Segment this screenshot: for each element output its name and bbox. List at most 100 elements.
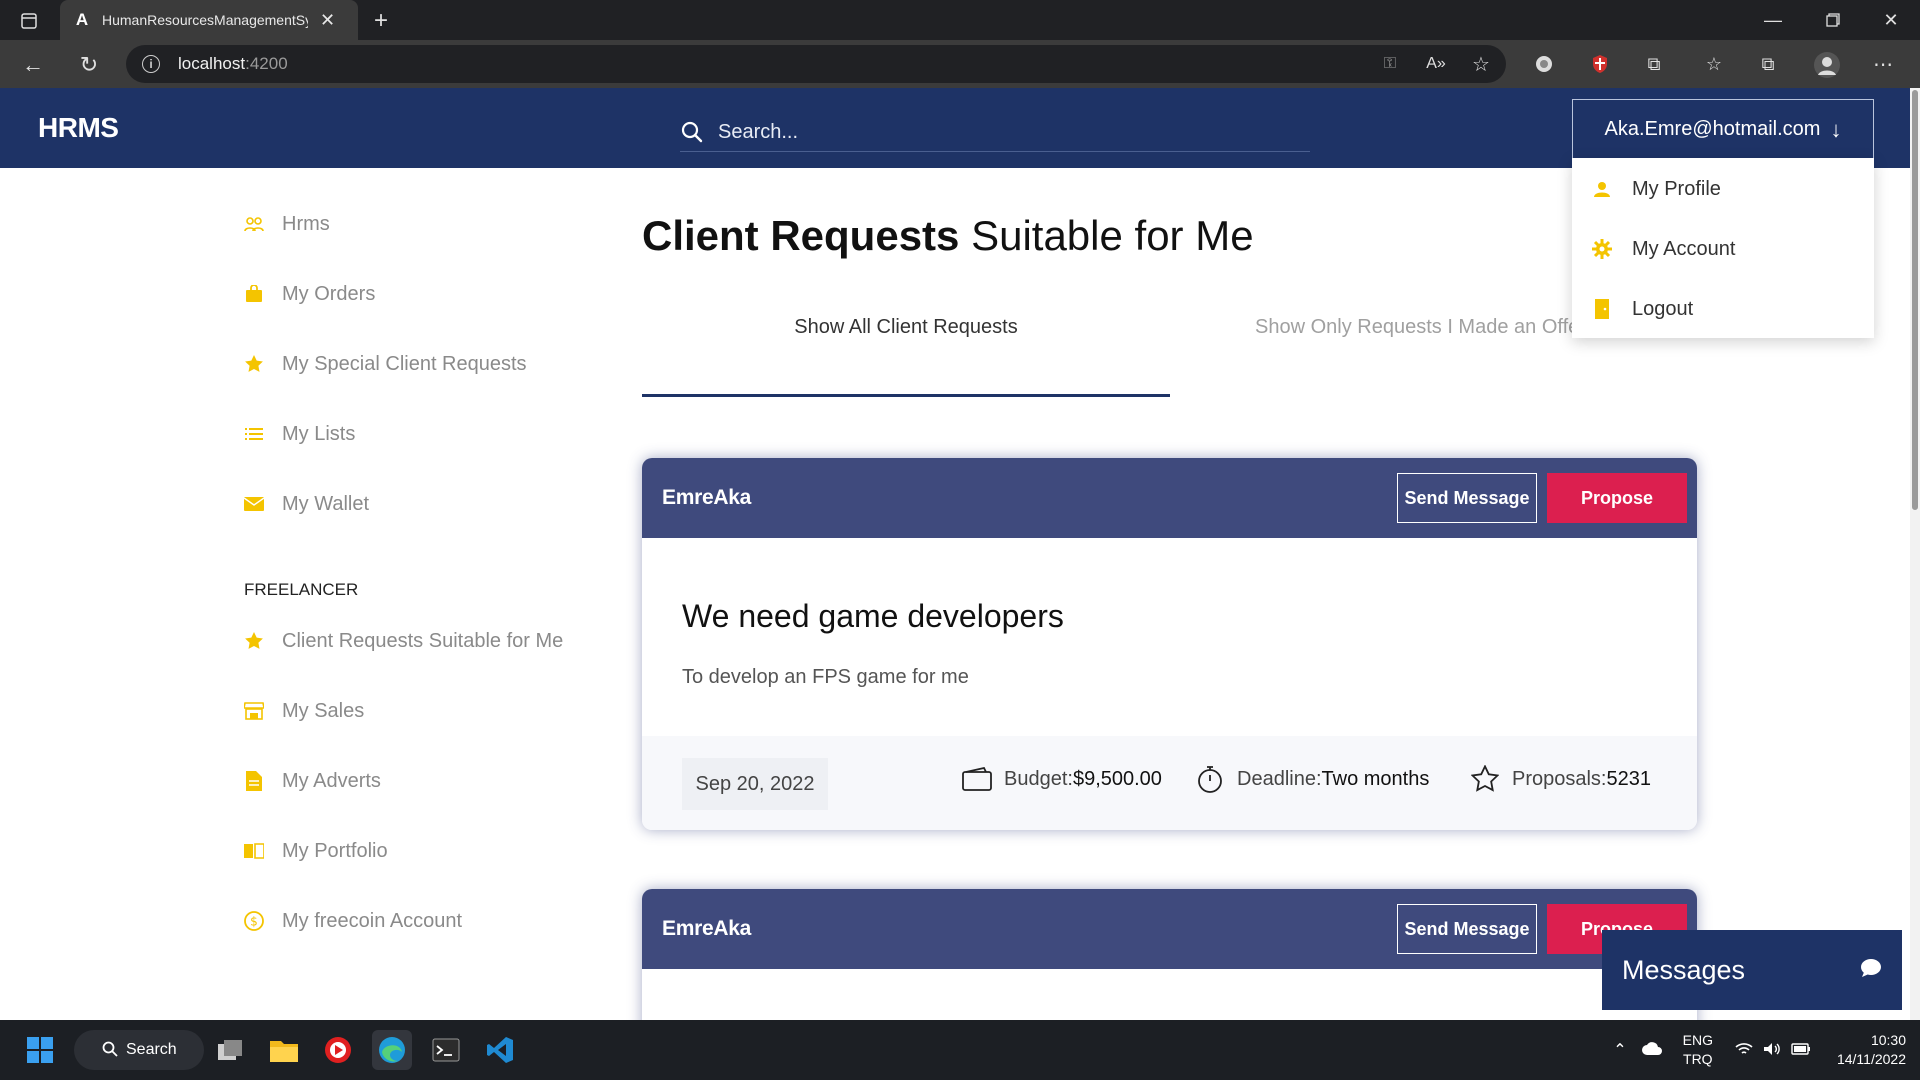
clock[interactable]: 10:30 14/11/2022 xyxy=(1837,1031,1906,1069)
sidebar-item-my-adverts[interactable]: My Adverts xyxy=(244,766,381,796)
key-icon[interactable]: ⚿ xyxy=(1378,52,1402,76)
users-icon xyxy=(244,214,264,234)
proposals-value: 5231 xyxy=(1606,767,1652,790)
app-header: HRMS Search... Aka.Emre@hotmail.com ↓ xyxy=(0,88,1910,168)
clock-date: 14/11/2022 xyxy=(1836,1051,1906,1067)
favorite-add-icon[interactable]: ☆ xyxy=(1468,52,1494,76)
menu-item-label: Logout xyxy=(1632,297,1694,320)
minimize-icon[interactable]: — xyxy=(1758,8,1788,32)
chevron-up-icon[interactable]: ⌃ xyxy=(1613,1040,1626,1060)
menu-item-label: My Account xyxy=(1632,237,1736,260)
back-icon[interactable]: ← xyxy=(20,52,46,78)
volume-icon[interactable] xyxy=(1763,1042,1781,1059)
extension-icon[interactable] xyxy=(1532,52,1556,76)
card-body: We need game developers To develop an FP… xyxy=(642,538,1697,736)
svg-text:$: $ xyxy=(250,915,258,929)
battery-icon[interactable] xyxy=(1791,1042,1811,1059)
shield-extension-icon[interactable] xyxy=(1588,52,1612,76)
card-header: EmreAka Send Message Propose xyxy=(642,889,1697,969)
menu-item-my-account[interactable]: My Account xyxy=(1592,234,1735,264)
vscode-icon[interactable] xyxy=(480,1030,520,1070)
collections-icon[interactable]: ⧉ xyxy=(1756,52,1780,76)
read-aloud-icon[interactable]: A» xyxy=(1422,52,1450,76)
page-scrollbar[interactable] xyxy=(1910,88,1920,1020)
star-icon xyxy=(244,354,264,374)
budget-value: $9,500.00 xyxy=(1072,767,1162,790)
more-menu-icon[interactable]: ⋯ xyxy=(1870,52,1896,76)
sidebar-item-my-portfolio[interactable]: My Portfolio xyxy=(244,836,388,866)
task-view-icon[interactable] xyxy=(210,1030,250,1070)
tab-close-icon[interactable]: ✕ xyxy=(320,10,335,31)
gear-icon xyxy=(1592,239,1612,259)
search-input[interactable]: Search... xyxy=(680,114,1310,152)
cloud-icon[interactable] xyxy=(1641,1041,1663,1059)
sidebar-item-my-sales[interactable]: My Sales xyxy=(244,696,364,726)
media-player-icon[interactable] xyxy=(318,1030,358,1070)
favorites-icon[interactable]: ☆ xyxy=(1702,52,1726,76)
wifi-icon[interactable] xyxy=(1735,1042,1753,1059)
sidebar-item-label: Hrms xyxy=(282,212,330,235)
propose-button[interactable]: Propose xyxy=(1547,473,1687,523)
new-tab-icon[interactable]: + xyxy=(368,7,394,34)
scrollbar-thumb[interactable] xyxy=(1912,90,1918,510)
user-email: Aka.Emre@hotmail.com xyxy=(1604,118,1821,140)
sidebar-item-label: My freecoin Account xyxy=(282,909,463,932)
request-date: Sep 20, 2022 xyxy=(682,758,828,810)
page-title-rest: Suitable for Me xyxy=(959,212,1254,259)
sidebar-item-hrms[interactable]: Hrms xyxy=(244,209,330,239)
menu-item-logout[interactable]: Logout xyxy=(1592,294,1693,324)
stopwatch-icon xyxy=(1195,764,1225,794)
sidebar-item-label: My Special Client Requests xyxy=(282,352,527,375)
person-icon xyxy=(1592,179,1612,199)
address-bar[interactable]: i localhost:4200 xyxy=(126,45,1506,83)
document-icon xyxy=(244,771,264,791)
url-host: localhost xyxy=(178,54,246,73)
sidebar-item-label: My Portfolio xyxy=(282,839,388,862)
puzzle-icon[interactable]: ⧉ xyxy=(1642,52,1666,76)
tab-title: HumanResourcesManagementSy xyxy=(102,12,308,28)
restore-icon[interactable] xyxy=(1818,8,1848,32)
site-info-icon[interactable]: i xyxy=(142,55,160,73)
refresh-icon[interactable]: ↻ xyxy=(76,52,102,78)
messages-widget[interactable]: Messages xyxy=(1602,930,1902,1010)
tab-actions-icon[interactable] xyxy=(18,10,40,32)
brand-logo[interactable]: HRMS xyxy=(38,112,119,144)
sidebar-item-label: My Wallet xyxy=(282,492,370,515)
send-message-button[interactable]: Send Message xyxy=(1397,473,1537,523)
card-username[interactable]: EmreAka xyxy=(662,486,751,510)
chat-bubble-icon xyxy=(1860,958,1882,983)
sidebar-item-my-wallet[interactable]: My Wallet xyxy=(244,489,369,519)
sidebar-item-my-orders[interactable]: My Orders xyxy=(244,279,375,309)
browser-tab[interactable]: A HumanResourcesManagementSy ✕ xyxy=(60,0,358,40)
sidebar-item-my-special-client-requests[interactable]: My Special Client Requests xyxy=(244,349,527,379)
sidebar-item-my-freecoin-account[interactable]: $ My freecoin Account xyxy=(244,906,462,936)
list-icon xyxy=(244,424,264,444)
menu-item-my-profile[interactable]: My Profile xyxy=(1592,174,1721,204)
profile-avatar-icon[interactable] xyxy=(1812,50,1842,80)
search-placeholder: Search... xyxy=(718,121,799,143)
wallet-icon xyxy=(962,764,992,794)
edge-browser-icon[interactable] xyxy=(372,1030,412,1070)
browser-tab-strip: A HumanResourcesManagementSy ✕ + — ✕ xyxy=(0,0,1920,40)
deadline-value: Two months xyxy=(1321,767,1430,790)
sidebar-item-my-lists[interactable]: My Lists xyxy=(244,419,355,449)
proposals-label: Proposals: xyxy=(1512,767,1607,790)
terminal-icon[interactable] xyxy=(426,1030,466,1070)
tab-show-my-offers[interactable]: Show Only Requests I Made an Offer xyxy=(1255,316,1575,339)
tab-show-all-requests[interactable]: Show All Client Requests xyxy=(642,316,1170,339)
taskbar-search[interactable]: Search xyxy=(74,1030,204,1070)
page-title: Client Requests Suitable for Me xyxy=(642,212,1254,260)
store-icon xyxy=(244,701,264,721)
deadline-label: Deadline: xyxy=(1237,767,1322,790)
card-username[interactable]: EmreAka xyxy=(662,917,751,941)
close-window-icon[interactable]: ✕ xyxy=(1876,8,1906,32)
user-dropdown-button[interactable]: Aka.Emre@hotmail.com ↓ xyxy=(1572,99,1874,159)
budget-stat: Budget: $9,500.00 xyxy=(962,764,1162,794)
file-explorer-icon[interactable] xyxy=(264,1030,304,1070)
sidebar-item-client-requests-suitable[interactable]: Client Requests Suitable for Me xyxy=(244,626,563,656)
book-icon xyxy=(244,841,264,861)
windows-start-icon[interactable] xyxy=(20,1030,60,1070)
language-indicator[interactable]: ENG TRQ xyxy=(1683,1031,1713,1069)
request-description: To develop an FPS game for me xyxy=(682,666,969,688)
send-message-button[interactable]: Send Message xyxy=(1397,904,1537,954)
